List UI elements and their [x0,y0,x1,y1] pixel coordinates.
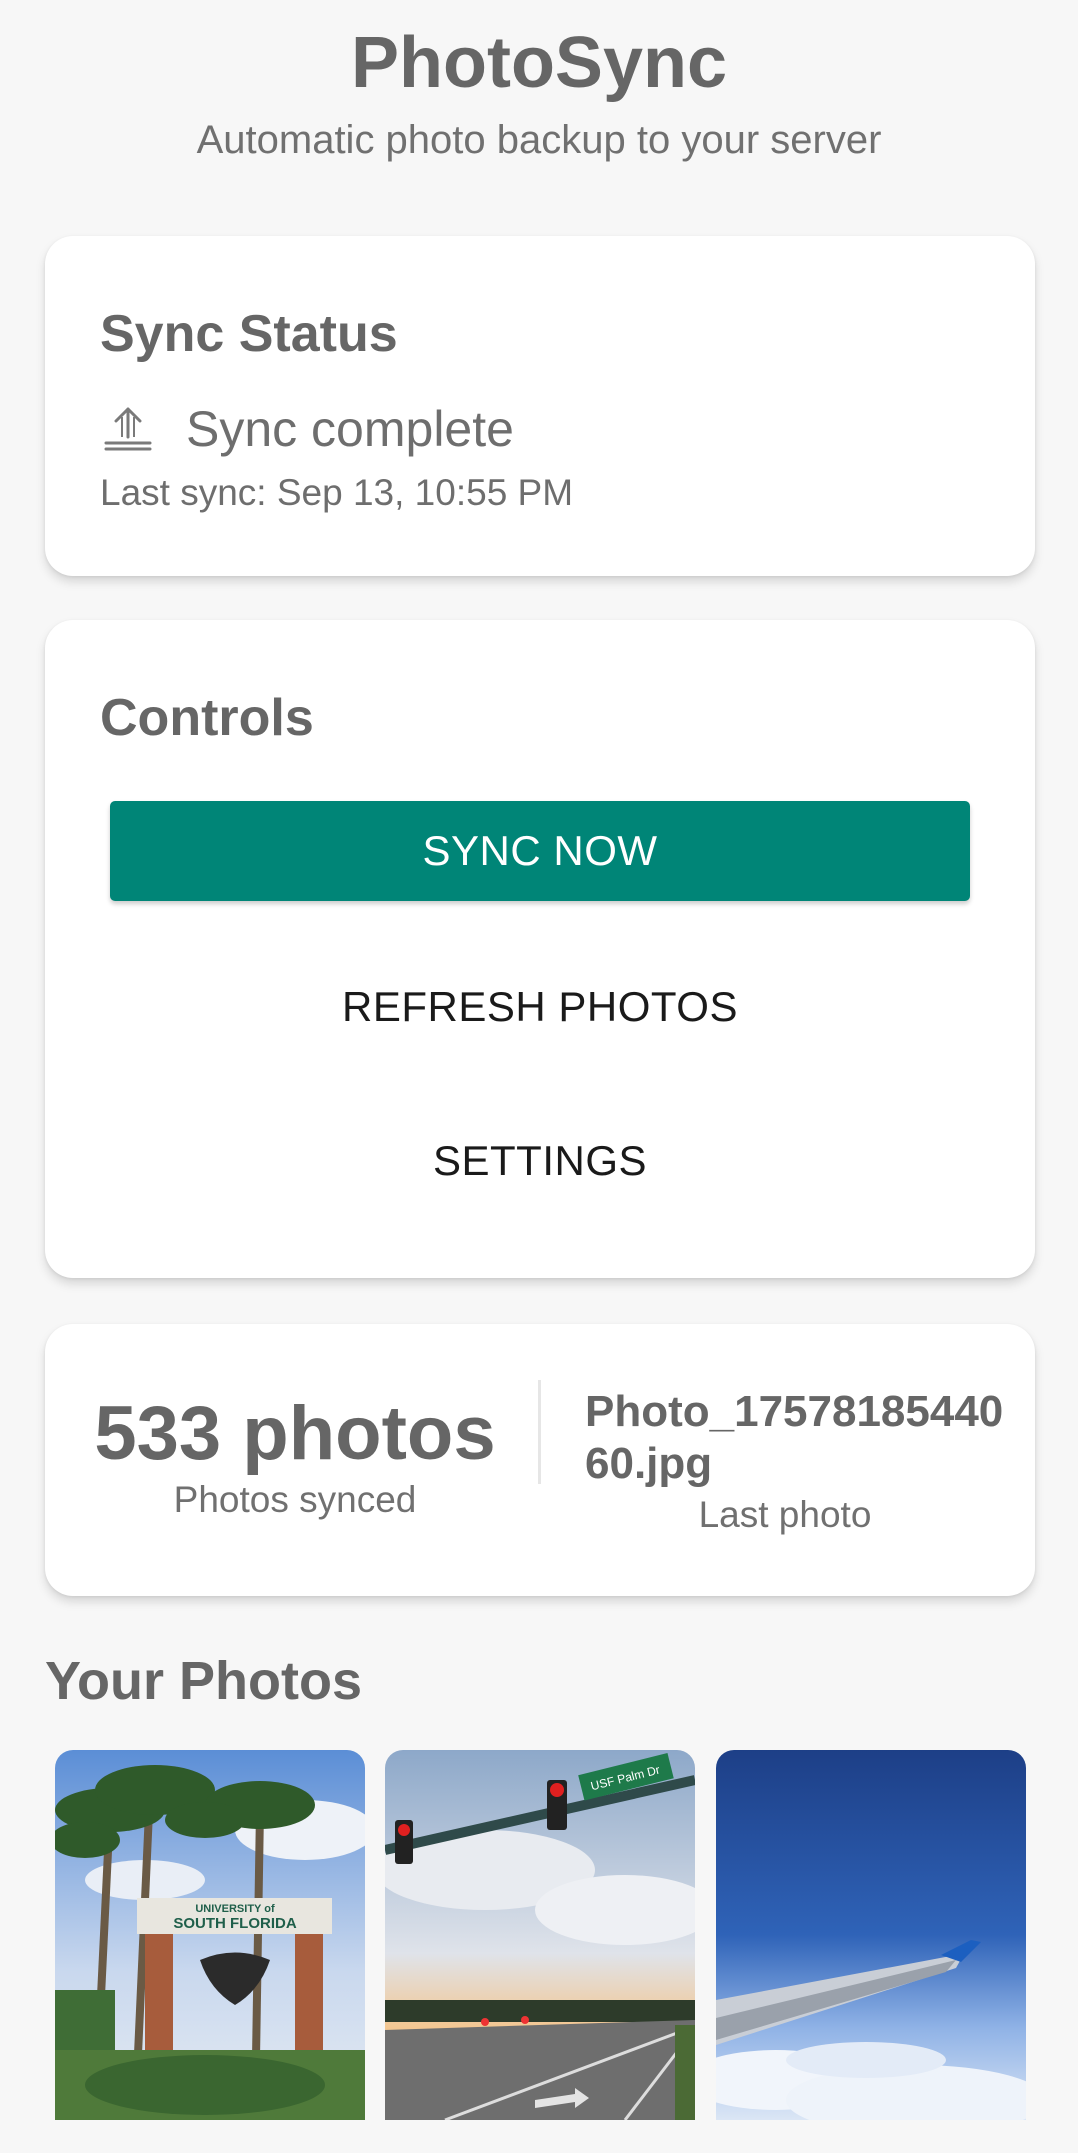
your-photos-title: Your Photos [45,1651,362,1711]
last-photo-stat: Photo_1757818544060.jpg Last photo [585,1386,1005,1536]
stat-divider [538,1380,541,1484]
photo-airplane-wing [716,1750,1026,2120]
app-subtitle: Automatic photo backup to your server [196,118,882,162]
sync-status-title: Sync Status [100,305,398,363]
photos-synced-stat: 533 photos Photos synced [45,1389,545,1521]
last-photo-label: Last photo [698,1494,872,1535]
sync-status-text: Sync complete [186,401,514,457]
sync-status-card: Sync Status Sync complete Last sync: Sep… [45,236,1035,576]
sign-text-line2: SOUTH FLORIDA [173,1915,296,1932]
photo-traffic-light: USF Palm Dr [385,1750,695,2120]
sync-status-row: Sync complete [100,394,514,464]
photo-thumbnail[interactable] [716,1750,1026,2120]
sign-text-line1: UNIVERSITY of [195,1903,275,1915]
photo-thumbnail[interactable]: USF Palm Dr [385,1750,695,2120]
sync-now-button[interactable]: SYNC NOW [110,801,970,901]
photo-campus-sign: UNIVERSITY of SOUTH FLORIDA [55,1750,365,2120]
refresh-photos-button[interactable]: REFRESH PHOTOS [110,957,970,1057]
photos-synced-count: 533 photos [94,1391,496,1476]
controls-title: Controls [100,689,314,747]
settings-button[interactable]: SETTINGS [110,1111,970,1211]
controls-card: Controls SYNC NOW REFRESH PHOTOS SETTING… [45,620,1035,1278]
stats-card: 533 photos Photos synced Photo_175781854… [45,1324,1035,1596]
last-sync-time: Last sync: Sep 13, 10:55 PM [100,472,574,513]
last-photo-filename: Photo_1757818544060.jpg [585,1387,1004,1488]
photos-synced-label: Photos synced [173,1479,417,1520]
app-title: PhotoSync [350,23,728,103]
photo-thumbnail[interactable]: UNIVERSITY of SOUTH FLORIDA [55,1750,365,2120]
upload-icon [104,407,152,451]
